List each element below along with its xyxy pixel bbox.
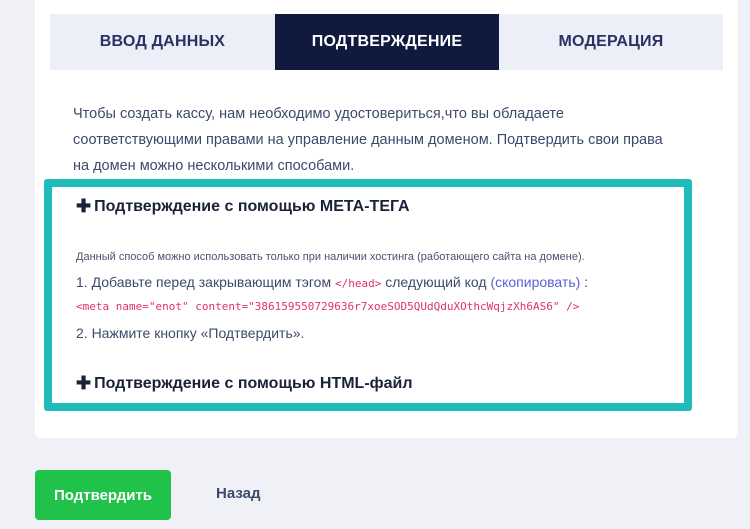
- intro-text: Чтобы создать кассу, нам необходимо удос…: [73, 101, 713, 179]
- tab-moderation[interactable]: МОДЕРАЦИЯ: [499, 14, 723, 70]
- intro-line: соответствующими правами на управление д…: [73, 132, 663, 148]
- tab-confirmation[interactable]: ПОДТВЕРЖДЕНИЕ: [275, 14, 499, 70]
- copy-link[interactable]: (скопировать): [490, 274, 580, 290]
- tab-data-entry[interactable]: ВВОД ДАННЫХ: [50, 14, 275, 70]
- method-title: Подтверждение с помощью HTML-файл: [94, 374, 413, 392]
- meta-step-2: 2. Нажмите кнопку «Подтвердить».: [76, 325, 305, 341]
- method-meta-tag-header[interactable]: ✚ Подтверждение с помощью МЕТА-ТЕГА: [76, 196, 410, 217]
- step1-prefix: 1. Добавьте перед закрывающим тэгом: [76, 274, 335, 290]
- intro-line: Чтобы создать кассу, нам необходимо удос…: [73, 106, 564, 122]
- plus-icon: ✚: [76, 373, 92, 393]
- step-tabs: ВВОД ДАННЫХ ПОДТВЕРЖДЕНИЕ МОДЕРАЦИЯ: [50, 14, 723, 70]
- back-link[interactable]: Назад: [216, 485, 260, 502]
- method-html-file-header[interactable]: ✚ Подтверждение с помощью HTML-файл: [76, 373, 413, 394]
- head-tag-code: </head>: [335, 277, 382, 290]
- plus-icon: ✚: [76, 196, 92, 216]
- meta-step-1: 1. Добавьте перед закрывающим тэгом </he…: [76, 274, 588, 290]
- method-title: Подтверждение с помощью МЕТА-ТЕГА: [94, 197, 410, 215]
- meta-tag-code: <meta name="enot" content="3861595507296…: [76, 300, 580, 313]
- step1-suffix: :: [580, 274, 589, 290]
- step1-middle: следующий код: [381, 274, 491, 290]
- intro-line: на домен можно несколькими способами.: [73, 158, 355, 174]
- verification-methods-box: ✚ Подтверждение с помощью МЕТА-ТЕГА Данн…: [44, 179, 692, 411]
- meta-method-note: Данный способ можно использовать только …: [76, 251, 585, 263]
- confirm-button[interactable]: Подтвердить: [35, 470, 171, 520]
